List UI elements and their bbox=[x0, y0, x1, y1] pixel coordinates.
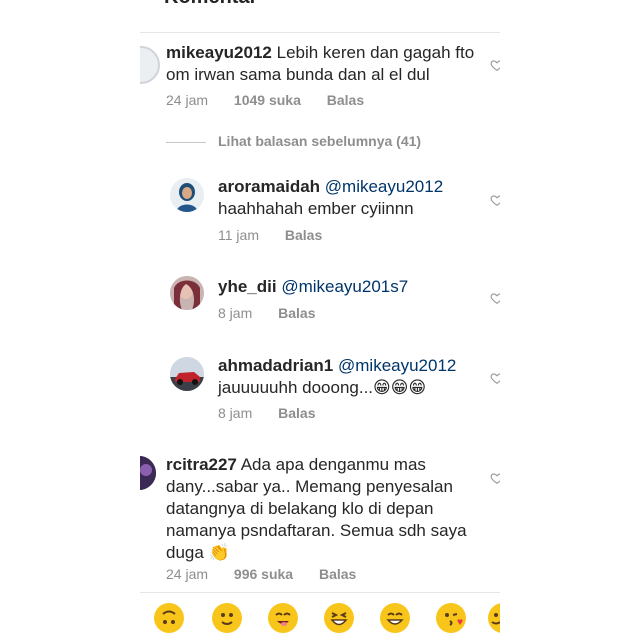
heart-icon[interactable] bbox=[490, 471, 500, 485]
avatar[interactable] bbox=[170, 178, 204, 212]
comment-meta: 24 jam 996 suka Balas bbox=[166, 566, 356, 582]
avatar[interactable] bbox=[170, 276, 204, 310]
comment-likes[interactable]: 996 suka bbox=[234, 566, 293, 582]
grinning-squinting-face-icon[interactable] bbox=[324, 603, 354, 633]
comment-likes[interactable]: 1049 suka bbox=[234, 92, 301, 108]
view-previous-replies[interactable]: Lihat balasan sebelumnya (41) bbox=[166, 133, 466, 153]
reply-username[interactable]: aroramaidah bbox=[218, 177, 320, 196]
reply-time: 11 jam bbox=[218, 227, 259, 243]
heart-icon[interactable] bbox=[490, 291, 500, 305]
reply-button[interactable]: Balas bbox=[278, 405, 315, 421]
view-previous-label[interactable]: Lihat balasan sebelumnya (41) bbox=[218, 133, 421, 149]
reply-mention[interactable]: @mikeayu2012 bbox=[325, 177, 443, 196]
comment-username[interactable]: mikeayu2012 bbox=[166, 43, 272, 62]
heart-icon[interactable] bbox=[490, 371, 500, 385]
comment-body-line5: duga 👏 bbox=[166, 543, 230, 562]
avatar-image bbox=[140, 456, 156, 490]
comment-body-line2: dany...sabar ya.. Memang penyesalan bbox=[166, 477, 453, 496]
kissing-face-icon[interactable] bbox=[436, 603, 466, 633]
emoji-bar bbox=[140, 592, 500, 640]
avatar-image bbox=[170, 178, 204, 212]
comment-time: 24 jam bbox=[166, 566, 209, 582]
page-title: Komentar bbox=[164, 0, 257, 9]
reply-button[interactable]: Balas bbox=[278, 305, 315, 321]
smiling-face-icon[interactable] bbox=[212, 603, 242, 633]
divider bbox=[166, 142, 206, 143]
avatar[interactable] bbox=[140, 46, 160, 84]
reply-button[interactable]: Balas bbox=[327, 92, 364, 108]
comment-body-line2: om irwan sama bunda dan al el dul bbox=[166, 65, 430, 84]
comments-screen: Komentar mikeayu2012 Lebih keren dan gag… bbox=[140, 0, 500, 640]
avatar-image bbox=[170, 276, 204, 310]
comment-body-line3: datangnya di belakang klo di depan bbox=[166, 499, 434, 518]
reply-button[interactable]: Balas bbox=[319, 566, 356, 582]
reply-username[interactable]: yhe_dii bbox=[218, 277, 277, 296]
reply-username[interactable]: ahmadadrian1 bbox=[218, 356, 333, 375]
comment-body-line4: namanya psndaftaran. Semua sdh saya bbox=[166, 521, 467, 540]
reply-meta: 11 jam Balas bbox=[218, 227, 322, 243]
reply-text: aroramaidah @mikeayu2012 haahhahah ember… bbox=[218, 176, 488, 220]
partial-face-icon[interactable] bbox=[488, 603, 500, 633]
reply-time: 8 jam bbox=[218, 305, 253, 321]
header: Komentar bbox=[140, 0, 500, 33]
comment-text: mikeayu2012 Lebih keren dan gagah fto om… bbox=[166, 42, 486, 86]
reply-body: haahhahah ember cyiinnn bbox=[218, 199, 414, 218]
grinning-face-icon[interactable] bbox=[380, 603, 410, 633]
reply-time: 8 jam bbox=[218, 405, 253, 421]
reply-body: jauuuuuhh dooong...😁😁😁 bbox=[218, 378, 427, 397]
comment-body-line1: Ada apa denganmu mas bbox=[240, 455, 426, 474]
upside-down-face-icon[interactable] bbox=[154, 603, 184, 633]
avatar-image bbox=[170, 357, 204, 391]
comment-meta: 24 jam 1049 suka Balas bbox=[166, 92, 364, 108]
comment-text: rcitra227 Ada apa denganmu mas dany...sa… bbox=[166, 454, 486, 564]
heart-icon[interactable] bbox=[490, 193, 500, 207]
reply-text: yhe_dii @mikeayu201s7 bbox=[218, 276, 488, 298]
reply-meta: 8 jam Balas bbox=[218, 305, 315, 321]
avatar[interactable] bbox=[170, 357, 204, 391]
reply-mention[interactable]: @mikeayu201s7 bbox=[281, 277, 408, 296]
comment-time: 24 jam bbox=[166, 92, 209, 108]
reply-text: ahmadadrian1 @mikeayu2012 jauuuuuhh dooo… bbox=[218, 355, 488, 399]
smiling-face-with-tongue-icon[interactable] bbox=[268, 603, 298, 633]
heart-icon[interactable] bbox=[490, 58, 500, 72]
avatar[interactable] bbox=[140, 456, 156, 490]
reply-mention[interactable]: @mikeayu2012 bbox=[338, 356, 456, 375]
reply-button[interactable]: Balas bbox=[285, 227, 322, 243]
reply-meta: 8 jam Balas bbox=[218, 405, 315, 421]
comment-body-line1: Lebih keren dan gagah fto bbox=[276, 43, 475, 62]
comment-username[interactable]: rcitra227 bbox=[166, 455, 237, 474]
